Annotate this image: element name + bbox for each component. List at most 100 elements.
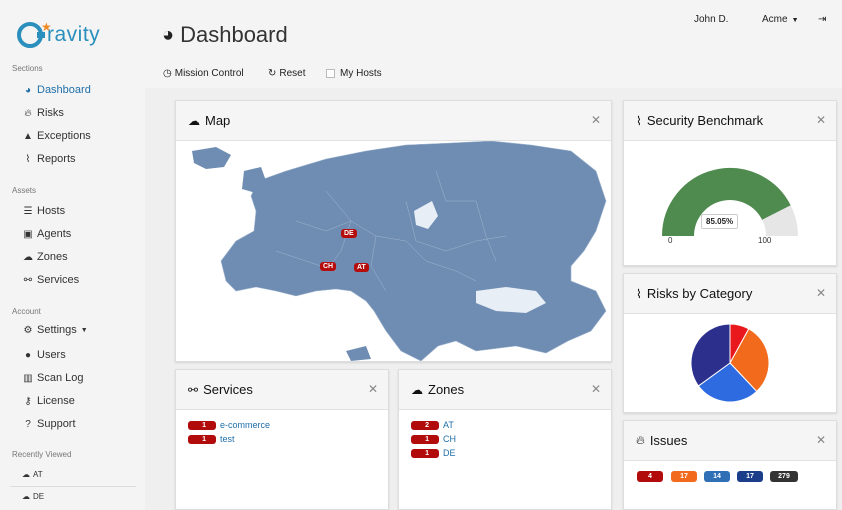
sidebar-item-hosts[interactable]: ☰ Hosts bbox=[22, 205, 66, 217]
sidebar-item-scan-log[interactable]: ▥ Scan Log bbox=[22, 372, 83, 384]
benchmark-gauge bbox=[662, 168, 798, 237]
sidebar-item-support[interactable]: ? Support bbox=[22, 418, 75, 430]
services-card: ⚯ Services ✕ 1 e-commerce 1 test bbox=[175, 369, 389, 510]
risks-card-header: ⌇ Risks by Category ✕ bbox=[624, 274, 836, 314]
issue-badge-low[interactable]: 17 bbox=[737, 471, 763, 482]
issues-card: 🔥︎ Issues ✕ bbox=[623, 420, 837, 510]
sidebar: ★ ravity Sections ◕ Dashboard 🔥︎ Risks ▲ Ex… bbox=[0, 0, 145, 510]
count-badge: 1 bbox=[411, 434, 439, 444]
caret-down-icon: ▼ bbox=[80, 326, 88, 334]
benchmark-card-header: ⌇ Security Benchmark ✕ bbox=[624, 101, 836, 141]
caret-down-icon: ▼ bbox=[791, 17, 799, 24]
barcode-icon: ▥ bbox=[23, 372, 33, 384]
mission-control-button[interactable]: ◷ Mission Control bbox=[163, 68, 244, 79]
close-icon[interactable]: ✕ bbox=[591, 382, 601, 396]
agent-icon: ▣ bbox=[23, 228, 33, 240]
gravity-logo[interactable]: ★ ravity bbox=[17, 20, 100, 50]
sections-label: Sections bbox=[12, 64, 43, 73]
gauge-min-label: 0 bbox=[668, 236, 673, 245]
zone-row-ch[interactable]: 1 CH bbox=[411, 434, 456, 444]
reset-button[interactable]: ↻ Reset bbox=[268, 68, 306, 79]
my-hosts-checkbox[interactable] bbox=[326, 69, 335, 78]
sidebar-item-license[interactable]: ⚷ License bbox=[22, 395, 75, 407]
sidebar-item-risks[interactable]: 🔥︎ Risks bbox=[22, 107, 64, 119]
map-pin-at[interactable]: AT bbox=[354, 263, 369, 272]
issue-badge-medium[interactable]: 14 bbox=[704, 471, 730, 482]
close-icon[interactable]: ✕ bbox=[368, 382, 378, 396]
account-label: Account bbox=[12, 307, 41, 316]
close-icon[interactable]: ✕ bbox=[591, 113, 601, 127]
cloud-icon: ☁ bbox=[22, 470, 30, 479]
logout-icon[interactable]: ⇥ bbox=[818, 14, 826, 25]
issue-badge-high[interactable]: 17 bbox=[671, 471, 697, 482]
map-pin-de[interactable]: DE bbox=[341, 229, 357, 238]
sidebar-item-exceptions[interactable]: ▲ Exceptions bbox=[22, 130, 91, 142]
page-title: ◕ Dashboard bbox=[162, 22, 288, 47]
cloud-icon: ☁ bbox=[22, 492, 30, 501]
count-badge: 1 bbox=[411, 448, 439, 458]
issue-badge-critical[interactable]: 4 bbox=[637, 471, 663, 482]
fire-icon: 🔥︎ bbox=[24, 107, 32, 119]
close-icon[interactable]: ✕ bbox=[816, 286, 826, 300]
server-icon: ☰ bbox=[23, 205, 33, 217]
zone-row-de[interactable]: 1 DE bbox=[411, 448, 456, 458]
risks-by-category-card: ⌇ Risks by Category ✕ bbox=[623, 273, 837, 413]
cloud-icon: ☁ bbox=[188, 113, 200, 128]
dashboard-icon: ◕ bbox=[24, 84, 32, 96]
issues-card-header: 🔥︎ Issues ✕ bbox=[624, 421, 836, 461]
map-pin-ch[interactable]: CH bbox=[320, 262, 337, 271]
logo-mark-icon: ★ bbox=[17, 20, 52, 48]
sidebar-item-settings[interactable]: ⚙ Settings ▼ bbox=[22, 324, 88, 336]
issue-badge-info[interactable]: 279 bbox=[770, 471, 798, 482]
count-badge: 2 bbox=[411, 420, 439, 430]
cloud-icon: ☁ bbox=[23, 251, 33, 263]
close-icon[interactable]: ✕ bbox=[816, 433, 826, 447]
clock-icon: ◷ bbox=[163, 68, 172, 79]
service-row-test[interactable]: 1 test bbox=[188, 434, 235, 444]
refresh-icon: ↻ bbox=[268, 68, 277, 79]
sidebar-item-users[interactable]: ● Users bbox=[22, 349, 66, 361]
security-benchmark-card: ⌇ Security Benchmark ✕ 85.05% 0 100 bbox=[623, 100, 837, 266]
sidebar-item-reports[interactable]: ⌇ Reports bbox=[22, 153, 76, 165]
sitemap-icon: ⚯ bbox=[188, 382, 199, 397]
gauge-value-label: 85.05% bbox=[701, 214, 739, 229]
my-hosts-toggle[interactable]: My Hosts bbox=[326, 68, 382, 79]
user-icon: ● bbox=[24, 349, 32, 361]
user-name[interactable]: John D. bbox=[694, 14, 728, 25]
org-dropdown[interactable]: Acme ▼ bbox=[762, 14, 799, 25]
dashboard-icon: ◕ bbox=[162, 23, 175, 46]
close-icon[interactable]: ✕ bbox=[816, 113, 826, 127]
map-card-header: ☁ Map ✕ bbox=[176, 101, 611, 141]
services-card-header: ⚯ Services ✕ bbox=[176, 370, 388, 410]
zones-card-header: ☁ Zones ✕ bbox=[399, 370, 611, 410]
assets-label: Assets bbox=[12, 186, 37, 195]
zone-row-at[interactable]: 2 AT bbox=[411, 420, 454, 430]
sidebar-item-dashboard[interactable]: ◕ Dashboard bbox=[22, 84, 91, 96]
count-badge: 1 bbox=[188, 434, 216, 444]
sidebar-item-agents[interactable]: ▣ Agents bbox=[22, 228, 71, 240]
key-icon: ⚷ bbox=[24, 395, 32, 407]
zones-card: ☁ Zones ✕ 2 AT 1 CH 1 DE bbox=[398, 369, 612, 510]
sidebar-item-services[interactable]: ⚯ Services bbox=[22, 274, 79, 286]
warning-icon: ▲ bbox=[23, 130, 33, 142]
recently-viewed-label: Recently Viewed bbox=[12, 450, 72, 459]
chart-icon: ⌇ bbox=[25, 153, 31, 165]
count-badge: 1 bbox=[188, 420, 216, 430]
europe-map[interactable]: DE CH AT bbox=[176, 141, 611, 361]
recent-item-de[interactable]: ☁ DE bbox=[22, 492, 44, 501]
recent-item-at[interactable]: ☁ AT bbox=[22, 470, 43, 479]
risks-pie-chart bbox=[690, 323, 770, 403]
divider bbox=[10, 486, 136, 487]
chart-icon: ⌇ bbox=[636, 286, 642, 301]
help-icon: ? bbox=[25, 418, 31, 430]
map-svg bbox=[192, 141, 607, 361]
gear-icon: ⚙ bbox=[23, 324, 33, 336]
cloud-icon: ☁ bbox=[411, 382, 423, 397]
brand-name: ravity bbox=[47, 23, 101, 46]
fire-icon: 🔥︎ bbox=[636, 433, 645, 447]
sidebar-item-zones[interactable]: ☁ Zones bbox=[22, 251, 68, 263]
service-row-e-commerce[interactable]: 1 e-commerce bbox=[188, 420, 270, 430]
sitemap-icon: ⚯ bbox=[23, 274, 33, 286]
gauge-max-label: 100 bbox=[758, 236, 772, 245]
chart-icon: ⌇ bbox=[636, 113, 642, 128]
